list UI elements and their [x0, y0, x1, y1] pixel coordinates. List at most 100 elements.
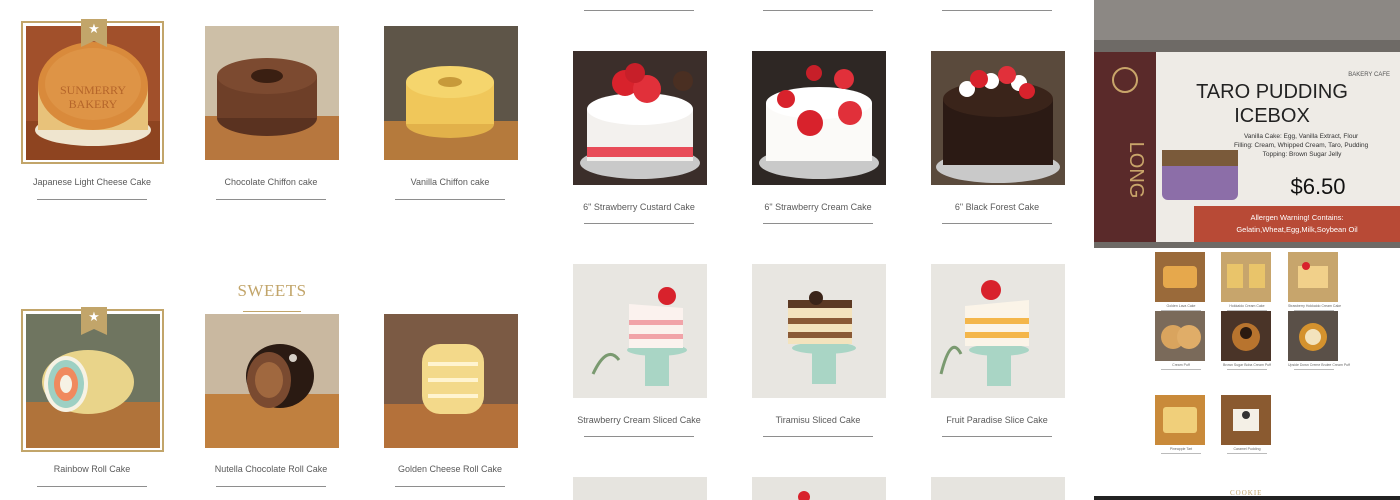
mini-product-label: Strawberry Hokkaido Cream Cake: [1288, 304, 1342, 308]
mini-product-image: [1155, 252, 1205, 302]
product-label[interactable]: 6" Black Forest Cake: [922, 202, 1072, 212]
chiffon-cake-illustration: [205, 26, 339, 160]
divider: [763, 223, 873, 224]
product-image-black-forest[interactable]: [931, 51, 1065, 185]
product-label[interactable]: Strawberry Cream Sliced Cake: [564, 415, 714, 425]
divider: [1227, 453, 1267, 454]
divider: [763, 436, 873, 437]
product-image-strawberry-slice[interactable]: [573, 264, 707, 398]
sign-title-line1: TARO PUDDING: [1196, 81, 1348, 103]
product-image-strawberry-custard[interactable]: [573, 51, 707, 185]
price-sign-photo[interactable]: LONG BAKERY CAFE TARO PUDDING ICEBOX Van…: [1094, 0, 1400, 248]
mini-product-label: Cream Puff: [1172, 363, 1190, 367]
roll-cake-illustration: [384, 314, 518, 448]
mini-product-card[interactable]: Cream Puff: [1155, 311, 1207, 370]
svg-text:SUNMERRY: SUNMERRY: [60, 83, 126, 97]
product-panel-sign-and-minis: LONG BAKERY CAFE TARO PUDDING ICEBOX Van…: [1094, 0, 1400, 500]
mini-product-image: [1288, 252, 1338, 302]
divider: [216, 199, 326, 200]
mini-product-image: [1221, 252, 1271, 302]
featured-badge: ★: [81, 19, 107, 47]
product-label[interactable]: Fruit Paradise Slice Cake: [922, 415, 1072, 425]
price-sign-illustration: LONG BAKERY CAFE TARO PUDDING ICEBOX Van…: [1094, 0, 1400, 248]
roll-cake-illustration: [205, 314, 339, 448]
mini-product-image: [1288, 311, 1338, 361]
sign-ingredients-line: Filling: Cream, Whipped Cream, Taro, Pud…: [1234, 142, 1369, 149]
slice-cake-illustration: [931, 264, 1065, 398]
partial-image: [752, 477, 886, 500]
product-label[interactable]: Golden Cheese Roll Cake: [375, 464, 525, 474]
product-label[interactable]: Japanese Light Cheese Cake: [17, 177, 167, 187]
product-image-vanilla-chiffon[interactable]: [384, 26, 518, 160]
divider: [216, 486, 326, 487]
product-label[interactable]: Vanilla Chiffon cake: [375, 177, 525, 187]
product-image-tiramisu-slice[interactable]: [752, 264, 886, 398]
mini-product-card[interactable]: Golden Lava Cake: [1155, 252, 1207, 311]
divider: [584, 10, 694, 11]
mini-product-label: Golden Lava Cake: [1166, 304, 1196, 308]
product-image-golden-cheese-roll[interactable]: [384, 314, 518, 448]
product-image-strawberry-cream[interactable]: [752, 51, 886, 185]
sign-title-line2: ICEBOX: [1234, 105, 1310, 127]
divider: [37, 199, 147, 200]
divider: [1161, 369, 1201, 370]
mini-product-card[interactable]: Brown Sugar Boba Cream Puff: [1221, 311, 1273, 370]
sign-ingredients-line: Topping: Brown Sugar Jelly: [1263, 151, 1343, 158]
sign-price: $6.50: [1290, 174, 1345, 199]
sign-brand-top: BAKERY CAFE: [1348, 72, 1390, 78]
mini-product-image: [1155, 395, 1205, 445]
section-title-underline: [243, 311, 301, 312]
whole-cake-illustration: [931, 51, 1065, 185]
mini-product-card[interactable]: Pineapple Tart: [1155, 395, 1207, 454]
divider: [395, 486, 505, 487]
star-icon: ★: [88, 21, 100, 36]
divider: [1161, 453, 1201, 454]
divider: [942, 10, 1052, 11]
divider: [37, 486, 147, 487]
divider: [1227, 369, 1267, 370]
product-label[interactable]: 6" Strawberry Cream Cake: [743, 202, 893, 212]
mini-product-card[interactable]: Hokkaido Cream Cake: [1221, 252, 1273, 311]
divider: [942, 223, 1052, 224]
chiffon-cake-illustration: [384, 26, 518, 160]
product-grid-panel-whole-cakes: 6" Strawberry Custard Cake 6" Strawberry…: [548, 0, 1094, 500]
whole-cake-illustration: [573, 51, 707, 185]
product-label[interactable]: Chocolate Chiffon cake: [196, 177, 346, 187]
star-icon: ★: [88, 309, 100, 324]
mini-product-label: Upside Down Creme Brulee Cream Puff: [1288, 363, 1350, 367]
product-label[interactable]: Nutella Chocolate Roll Cake: [196, 464, 346, 474]
product-image-partial[interactable]: [573, 477, 707, 500]
sign-ingredients-line: Vanilla Cake: Egg, Vanilla Extract, Flou…: [1244, 133, 1359, 140]
svg-text:BAKERY: BAKERY: [69, 97, 118, 111]
product-label[interactable]: 6" Strawberry Custard Cake: [564, 202, 714, 212]
whole-cake-illustration: [752, 51, 886, 185]
product-grid-panel-cakes: SUNMERRY BAKERY ★ Japanese Light Cheese …: [0, 0, 548, 500]
mini-product-card[interactable]: Strawberry Hokkaido Cream Cake: [1288, 252, 1342, 311]
sign-allergen-line2: Gelatin,Wheat,Egg,Milk,Soybean Oil: [1236, 225, 1358, 234]
product-image-partial[interactable]: [752, 477, 886, 500]
mini-product-label: Pineapple Tart: [1169, 447, 1193, 451]
mini-product-card[interactable]: Upside Down Creme Brulee Cream Puff: [1288, 311, 1350, 370]
sign-allergen-line1: Allergen Warning! Contains:: [1250, 213, 1343, 222]
section-title-sweets: SWEETS: [237, 281, 307, 300]
divider: [395, 199, 505, 200]
mini-product-image: [1221, 311, 1271, 361]
mini-product-image: [1155, 311, 1205, 361]
divider: [942, 436, 1052, 437]
divider: [763, 10, 873, 11]
mini-product-label: Caramel Pudding: [1233, 447, 1261, 451]
slice-cake-illustration: [752, 264, 886, 398]
product-image-partial[interactable]: [931, 477, 1065, 500]
partial-image: [931, 477, 1065, 500]
product-image-chocolate-chiffon[interactable]: [205, 26, 339, 160]
partial-image: [573, 477, 707, 500]
featured-badge: ★: [81, 307, 107, 335]
divider: [1294, 369, 1334, 370]
product-image-nutella-roll[interactable]: [205, 314, 339, 448]
product-label[interactable]: Rainbow Roll Cake: [17, 464, 167, 474]
mini-product-card[interactable]: Caramel Pudding: [1221, 395, 1273, 454]
mini-product-label: Hokkaido Cream Cake: [1229, 304, 1265, 308]
product-label[interactable]: Tiramisu Sliced Cake: [743, 415, 893, 425]
product-image-fruit-paradise-slice[interactable]: [931, 264, 1065, 398]
slice-cake-illustration: [573, 264, 707, 398]
